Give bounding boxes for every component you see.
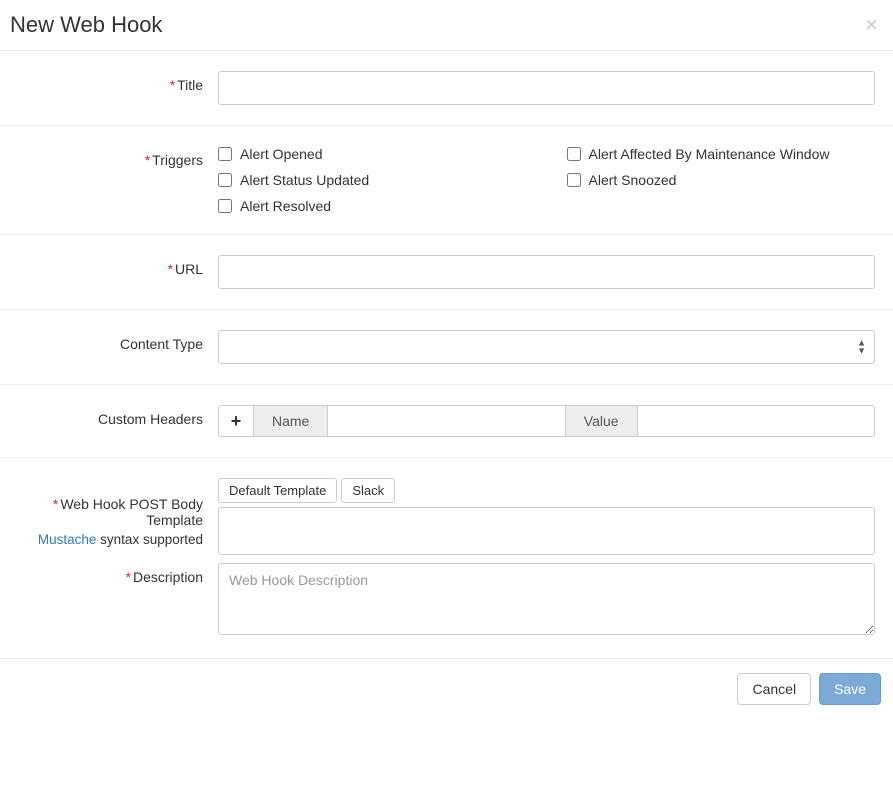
trigger-checkbox-alert-status-updated[interactable] xyxy=(218,173,232,187)
triggers-col-right: Alert Affected By Maintenance Window Ale… xyxy=(567,146,876,214)
modal-title: New Web Hook xyxy=(10,12,162,38)
triggers-label: *Triggers xyxy=(10,146,218,168)
trigger-alert-opened: Alert Opened xyxy=(218,146,527,162)
content-type-label: Content Type xyxy=(10,330,218,352)
header-value-input[interactable] xyxy=(638,405,875,437)
body-template-input[interactable] xyxy=(218,507,875,555)
body-template-label: *Web Hook POST Body Template Mustache sy… xyxy=(10,478,218,547)
modal-footer: Cancel Save xyxy=(0,658,893,719)
field-body-template: *Web Hook POST Body Template Mustache sy… xyxy=(0,458,893,561)
custom-headers-label: Custom Headers xyxy=(10,405,218,427)
triggers-columns: Alert Opened Alert Status Updated Alert … xyxy=(218,146,875,214)
url-label: *URL xyxy=(10,255,218,277)
template-buttons: Default Template Slack xyxy=(218,478,875,503)
field-triggers: *Triggers Alert Opened Alert Status Upda… xyxy=(0,126,893,235)
field-title: *Title xyxy=(0,51,893,126)
field-description: *Description xyxy=(0,561,893,658)
trigger-label[interactable]: Alert Resolved xyxy=(240,198,331,214)
cancel-button[interactable]: Cancel xyxy=(737,673,811,705)
description-input[interactable] xyxy=(218,563,875,635)
description-label: *Description xyxy=(10,563,218,585)
field-content-type: Content Type ▲▼ xyxy=(0,310,893,385)
trigger-checkbox-alert-maintenance[interactable] xyxy=(567,147,581,161)
required-marker: * xyxy=(126,569,131,585)
required-marker: * xyxy=(170,77,175,93)
trigger-label[interactable]: Alert Opened xyxy=(240,146,323,162)
default-template-button[interactable]: Default Template xyxy=(218,478,337,503)
trigger-alert-status-updated: Alert Status Updated xyxy=(218,172,527,188)
header-value-label: Value xyxy=(566,405,638,437)
required-marker: * xyxy=(145,152,150,168)
modal-header: New Web Hook × xyxy=(0,0,893,51)
title-label: *Title xyxy=(10,71,218,93)
close-icon[interactable]: × xyxy=(865,14,878,36)
url-input[interactable] xyxy=(218,255,875,289)
content-type-select[interactable]: ▲▼ xyxy=(218,330,875,364)
trigger-checkbox-alert-resolved[interactable] xyxy=(218,199,232,213)
trigger-alert-snoozed: Alert Snoozed xyxy=(567,172,876,188)
header-name-input[interactable] xyxy=(328,405,565,437)
header-name-label: Name xyxy=(254,405,328,437)
trigger-label[interactable]: Alert Snoozed xyxy=(589,172,677,188)
field-custom-headers: Custom Headers + Name Value xyxy=(0,385,893,458)
trigger-alert-maintenance: Alert Affected By Maintenance Window xyxy=(567,146,876,162)
trigger-alert-resolved: Alert Resolved xyxy=(218,198,527,214)
field-url: *URL xyxy=(0,235,893,310)
required-marker: * xyxy=(168,261,173,277)
mustache-link[interactable]: Mustache xyxy=(38,532,97,547)
trigger-label[interactable]: Alert Affected By Maintenance Window xyxy=(589,146,830,162)
plus-icon: + xyxy=(231,411,242,432)
custom-headers-row: + Name Value xyxy=(218,405,875,437)
save-button[interactable]: Save xyxy=(819,673,881,705)
trigger-label[interactable]: Alert Status Updated xyxy=(240,172,369,188)
title-input[interactable] xyxy=(218,71,875,105)
new-webhook-modal: New Web Hook × *Title *Triggers xyxy=(0,0,893,719)
required-marker: * xyxy=(53,496,58,512)
modal-body: *Title *Triggers Alert Opened xyxy=(0,51,893,658)
triggers-col-left: Alert Opened Alert Status Updated Alert … xyxy=(218,146,527,214)
chevron-updown-icon: ▲▼ xyxy=(857,340,866,355)
slack-template-button[interactable]: Slack xyxy=(341,478,395,503)
trigger-checkbox-alert-opened[interactable] xyxy=(218,147,232,161)
body-template-sublabel: Mustache syntax supported xyxy=(10,532,203,547)
add-header-button[interactable]: + xyxy=(218,405,254,437)
trigger-checkbox-alert-snoozed[interactable] xyxy=(567,173,581,187)
